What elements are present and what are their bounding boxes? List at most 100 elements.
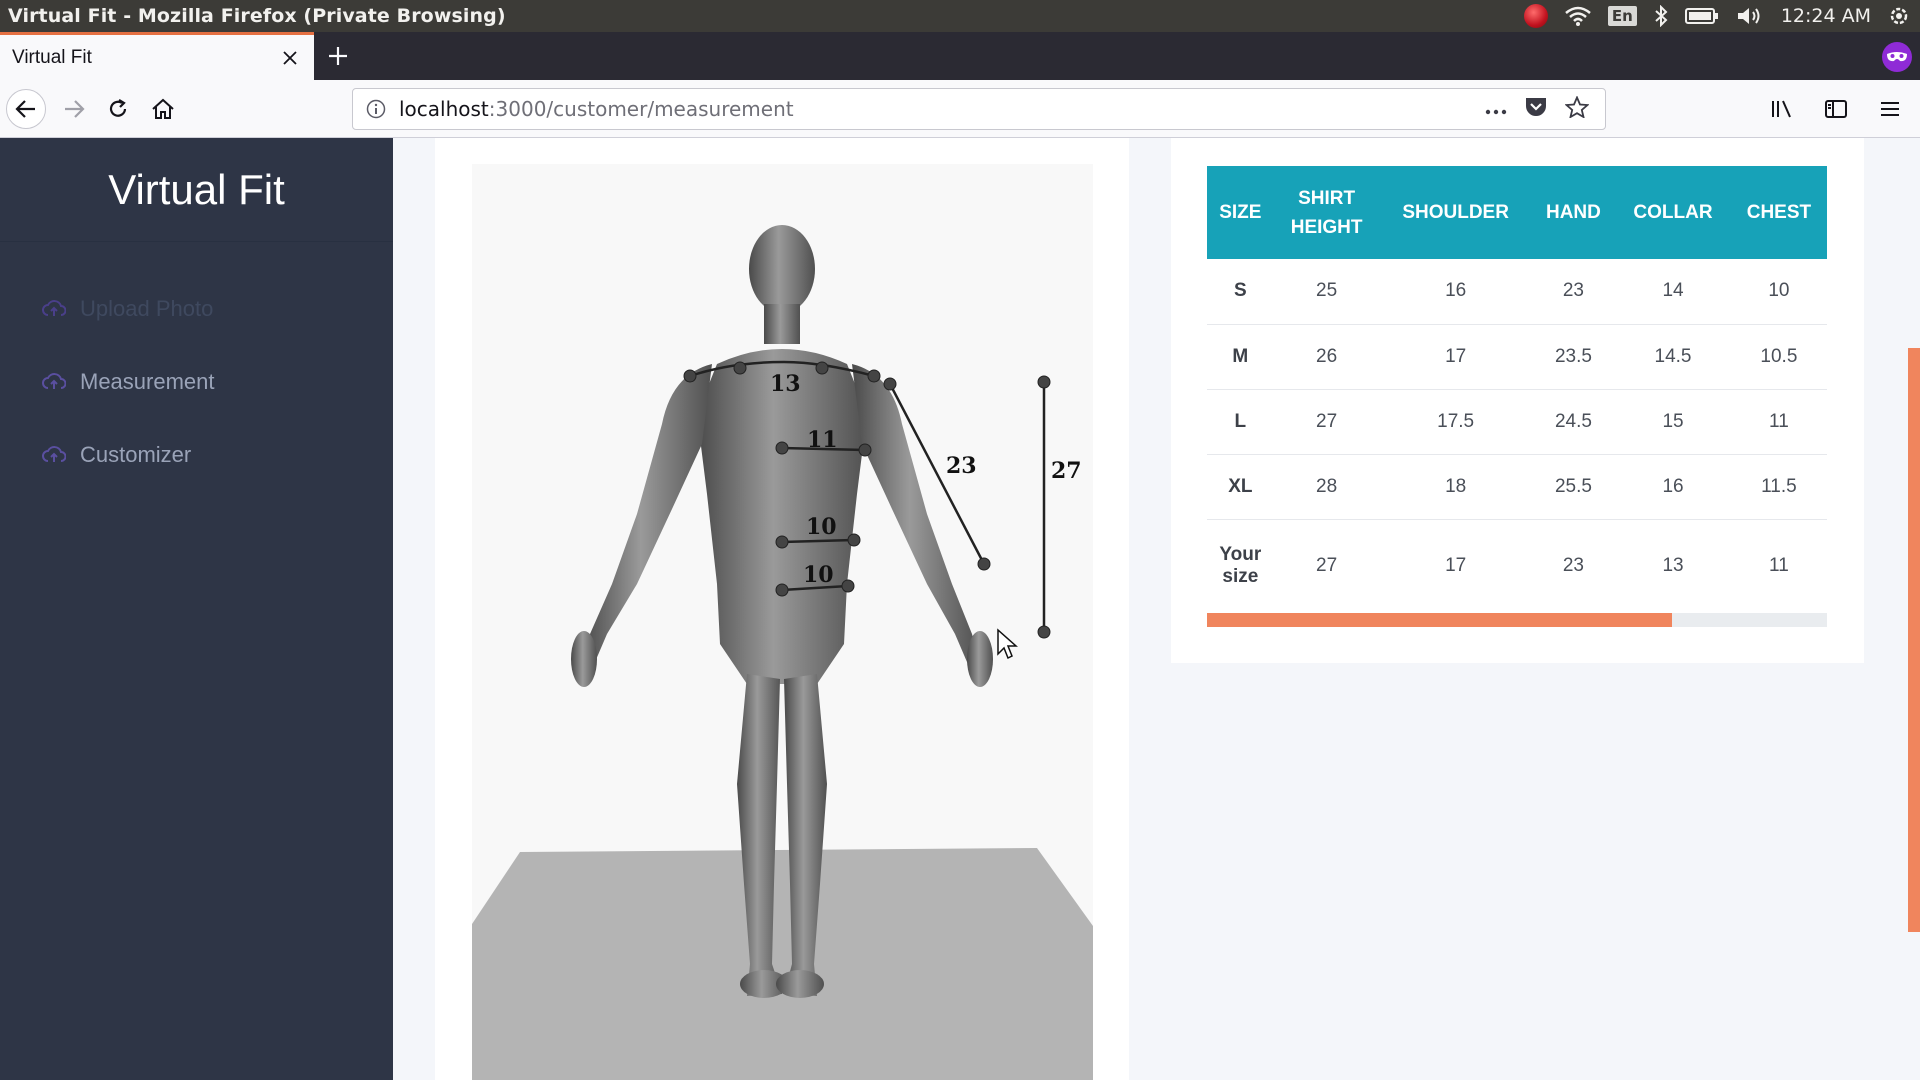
table-cell: 13 [1662, 555, 1684, 577]
table-cell: 23 [1562, 555, 1584, 577]
sidebar-toggle-button[interactable] [1816, 89, 1856, 129]
your-size-label: Your size [1207, 519, 1274, 613]
table-row: M 26 17 23.5 14.5 10.5 [1207, 324, 1827, 390]
close-tab-icon[interactable] [274, 42, 306, 74]
home-button[interactable] [143, 89, 183, 129]
col-hand-label: HAND [1545, 202, 1601, 223]
cloud-upload-icon [42, 372, 66, 392]
table-cell: 27 [1316, 555, 1338, 577]
forward-button[interactable] [54, 89, 94, 129]
table-cell: 14 [1615, 259, 1731, 325]
table-cell: 23.5 [1531, 324, 1616, 390]
table-cell: 23 [1531, 259, 1616, 325]
system-tray: En 12:24 AM [1523, 0, 1920, 32]
table-cell: 27 [1273, 389, 1380, 455]
keyboard-lang-icon[interactable]: En [1607, 0, 1637, 32]
table-header-row: SIZE SHIRT HEIGHT SHOULDER HAND COLLAR CH… [1207, 166, 1827, 259]
main-content: 13 11 10 10 23 27 SIZE SHIRT HEIGHT SHOUL… [393, 138, 1920, 1080]
col-chest-label: CHEST [1746, 202, 1812, 223]
arrow-left-icon [15, 100, 35, 118]
bluetooth-icon[interactable] [1654, 0, 1668, 32]
body-model-viewer[interactable]: 13 11 10 10 23 27 [472, 164, 1093, 1080]
sidebar-menu: Upload Photo Measurement Customizer [0, 242, 393, 491]
size-cell: M [1207, 324, 1274, 390]
table-cell: 16 [1615, 454, 1731, 520]
record-icon[interactable] [1523, 0, 1548, 32]
col-chest: CHEST [1730, 166, 1827, 259]
url-host: localhost [399, 97, 489, 121]
size-cell: XL [1207, 454, 1274, 520]
pocket-icon[interactable] [1525, 97, 1547, 121]
brand-title: Virtual Fit [108, 165, 285, 213]
page-scrollbar[interactable] [1908, 348, 1920, 932]
mouse-cursor-icon [997, 628, 1018, 660]
table-cell: 11 [1769, 555, 1789, 577]
clock[interactable]: 12:24 AM [1781, 0, 1871, 32]
table-cell: 15 [1615, 389, 1731, 455]
table-cell: 10.5 [1730, 324, 1827, 390]
reload-button[interactable] [98, 89, 138, 129]
table-cell: 17 [1379, 324, 1532, 390]
library-icon [1772, 100, 1791, 118]
brand: Virtual Fit [0, 138, 393, 242]
back-button[interactable] [6, 89, 46, 129]
url-text[interactable]: localhost:3000/customer/measurement [399, 97, 1485, 121]
table-cell: 18 [1379, 454, 1532, 520]
col-size-label: SIZE [1219, 202, 1262, 223]
page-actions-icon[interactable] [1485, 100, 1507, 119]
home-icon [152, 98, 174, 119]
plus-icon [329, 47, 347, 65]
col-shirt-height-line1: SHIRT [1298, 187, 1356, 209]
table-row: L 27 17.5 24.5 15 11 [1207, 389, 1827, 455]
chest-measure-label: 11 [807, 427, 838, 453]
site-info-icon[interactable] [353, 99, 399, 119]
hand-measure-label: 23 [946, 453, 977, 479]
size-cell: S [1207, 259, 1274, 325]
col-shoulder-label: SHOULDER [1402, 202, 1509, 223]
menu-button[interactable] [1870, 89, 1910, 129]
col-collar-label: COLLAR [1633, 202, 1713, 223]
size-chart-card: SIZE SHIRT HEIGHT SHOULDER HAND COLLAR CH… [1171, 138, 1864, 663]
waist-measure-label: 10 [806, 514, 837, 540]
table-cell: 26 [1273, 324, 1380, 390]
table-cell: 25.5 [1531, 454, 1616, 520]
floor-plane [472, 848, 1093, 1080]
table-cell: 17 [1445, 555, 1467, 577]
col-shoulder: SHOULDER [1379, 166, 1532, 259]
sidebar-item-label: Customizer [80, 441, 192, 467]
new-tab-button[interactable] [322, 40, 354, 72]
size-table: SIZE SHIRT HEIGHT SHOULDER HAND COLLAR CH… [1207, 166, 1827, 613]
navigation-bar: localhost:3000/customer/measurement [0, 80, 1920, 138]
bookmark-star-icon[interactable] [1564, 95, 1590, 122]
sidebar-item-measurement[interactable]: Measurement [0, 345, 393, 418]
table-row: S 25 16 23 14 10 [1207, 259, 1827, 325]
table-row: XL 28 18 25.5 16 11.5 [1207, 454, 1827, 520]
col-hand: HAND [1531, 166, 1616, 259]
url-bar[interactable]: localhost:3000/customer/measurement [352, 88, 1606, 130]
arrow-right-icon [65, 100, 85, 118]
tab-virtual-fit[interactable]: Virtual Fit [0, 32, 314, 80]
volume-icon[interactable] [1736, 0, 1764, 32]
collar-measure-label: 13 [770, 371, 801, 397]
table-cell: 14.5 [1615, 324, 1731, 390]
lang-indicator: En [1607, 6, 1637, 26]
wifi-icon[interactable] [1565, 0, 1591, 32]
sidebar-item-customizer[interactable]: Customizer [0, 418, 393, 491]
table-cell: 24.5 [1531, 389, 1616, 455]
col-size: SIZE [1207, 166, 1274, 259]
os-top-bar: Virtual Fit - Mozilla Firefox (Private B… [0, 0, 1920, 32]
sidebar-icon [1825, 100, 1847, 118]
battery-icon[interactable] [1684, 0, 1719, 32]
power-gear-icon[interactable] [1888, 0, 1910, 32]
body-model-svg: 13 11 10 10 23 27 [472, 225, 1093, 1080]
fit-progress-fill [1207, 613, 1672, 627]
library-button[interactable] [1762, 89, 1802, 129]
sidebar-item-upload-photo[interactable]: Upload Photo [0, 272, 393, 345]
your-size-row: Your size 27 17 23 13 11 [1207, 519, 1827, 613]
model-card: 13 11 10 10 23 27 [435, 138, 1129, 1080]
table-cell: 11.5 [1730, 454, 1827, 520]
col-collar: COLLAR [1615, 166, 1731, 259]
col-shirt-height-line2: HEIGHT [1290, 216, 1363, 238]
your-size-label-line1: Your [1219, 544, 1262, 566]
hamburger-icon [1881, 102, 1899, 116]
